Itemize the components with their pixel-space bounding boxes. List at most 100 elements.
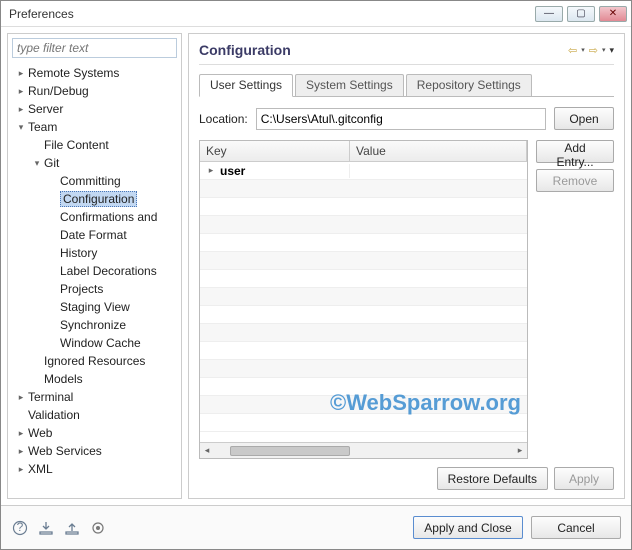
tree-item[interactable]: History [8,244,181,262]
tree-item[interactable]: Configuration [8,190,181,208]
tree-item[interactable]: Confirmations and [8,208,181,226]
table-row-empty [200,324,527,342]
tree-item-label: Validation [28,408,80,422]
config-grid[interactable]: Key Value ▸user©WebSparrow.org ◂ ▸ [199,140,528,459]
main-panel: Configuration ⇦ ▾ ⇨ ▾ ▾ User SettingsSyste… [188,33,625,499]
close-button[interactable]: ✕ [599,6,627,22]
menu-dropdown-icon[interactable]: ▾ [609,45,614,56]
tree-item-label: History [60,246,97,260]
location-label: Location: [199,112,248,126]
tree-item[interactable]: Models [8,370,181,388]
add-entry-button[interactable]: Add Entry... [536,140,614,163]
tree-item-label: Team [28,120,57,134]
tree-item[interactable]: ▾Team [8,118,181,136]
grid-scrollbar[interactable]: ◂ ▸ [200,442,527,458]
forward-icon[interactable]: ⇨ [589,44,598,57]
column-key[interactable]: Key [200,141,350,161]
grid-row: Key Value ▸user©WebSparrow.org ◂ ▸ [199,140,614,459]
tree-item[interactable]: ▸Server [8,100,181,118]
location-field[interactable] [256,108,546,130]
table-row[interactable]: ▸user [200,162,527,180]
scroll-right-icon[interactable]: ▸ [513,445,527,456]
filter-container [12,38,177,58]
filter-input[interactable] [12,38,177,58]
tree-item[interactable]: ▸Remote Systems [8,64,181,82]
tree-item[interactable]: ▸XML [8,460,181,478]
cancel-button[interactable]: Cancel [531,516,621,539]
scroll-left-icon[interactable]: ◂ [200,445,214,456]
tabs: User SettingsSystem SettingsRepository S… [199,73,614,97]
tree-item-label: File Content [44,138,109,152]
tree-item[interactable]: ▾Git [8,154,181,172]
back-dropdown-icon[interactable]: ▾ [581,46,585,54]
cell-key: ▸user [200,164,350,178]
tree-item[interactable]: Committing [8,172,181,190]
tab[interactable]: Repository Settings [406,74,532,97]
tree-item[interactable]: Window Cache [8,334,181,352]
maximize-button[interactable]: ▢ [567,6,595,22]
collapsed-icon[interactable]: ▸ [14,86,28,97]
tree-item[interactable]: Label Decorations [8,262,181,280]
forward-dropdown-icon[interactable]: ▾ [602,46,606,54]
tree-item-label: Terminal [28,390,73,404]
tab[interactable]: System Settings [295,74,404,97]
collapsed-icon[interactable]: ▸ [14,428,28,439]
table-row-empty [200,396,527,414]
tab[interactable]: User Settings [199,74,293,97]
collapsed-icon[interactable]: ▸ [14,446,28,457]
tree-item[interactable]: Projects [8,280,181,298]
restore-row: Restore Defaults Apply [199,467,614,490]
tree-item-label: Label Decorations [60,264,157,278]
export-icon[interactable] [63,519,81,537]
tree-item[interactable]: Date Format [8,226,181,244]
separator [199,64,614,65]
preferences-tree[interactable]: ▸Remote Systems▸Run/Debug▸Server▾TeamFil… [8,62,181,498]
tree-item[interactable]: Ignored Resources [8,352,181,370]
table-row-empty [200,198,527,216]
oomph-icon[interactable] [89,519,107,537]
tree-item-label: Date Format [60,228,127,242]
remove-button[interactable]: Remove [536,169,614,192]
footer-icons: ? [11,519,405,537]
collapsed-icon[interactable]: ▸ [14,392,28,403]
scroll-thumb[interactable] [230,446,350,456]
apply-and-close-button[interactable]: Apply and Close [413,516,523,539]
collapsed-icon[interactable]: ▸ [14,464,28,475]
import-icon[interactable] [37,519,55,537]
expanded-icon[interactable]: ▾ [30,158,44,169]
restore-defaults-button[interactable]: Restore Defaults [437,467,548,490]
open-button[interactable]: Open [554,107,614,130]
collapsed-icon[interactable]: ▸ [14,104,28,115]
tree-item-label: Remote Systems [28,66,119,80]
table-row-empty [200,270,527,288]
apply-button[interactable]: Apply [554,467,614,490]
tree-item-label: Synchronize [60,318,126,332]
help-icon[interactable]: ? [11,519,29,537]
back-icon[interactable]: ⇦ [568,44,577,57]
collapsed-icon[interactable]: ▸ [206,165,216,176]
table-row-empty [200,378,527,396]
grid-header: Key Value [200,141,527,162]
tree-item-label: Committing [60,174,121,188]
tree-item[interactable]: Validation [8,406,181,424]
tree-item[interactable]: ▸Web [8,424,181,442]
page-title: Configuration [199,42,568,58]
collapsed-icon[interactable]: ▸ [14,68,28,79]
tree-item[interactable]: ▸Web Services [8,442,181,460]
table-row-empty [200,360,527,378]
tree-item[interactable]: File Content [8,136,181,154]
svg-text:?: ? [17,520,24,534]
tree-item[interactable]: Staging View [8,298,181,316]
table-row-empty [200,288,527,306]
table-row-empty [200,342,527,360]
tree-item[interactable]: Synchronize [8,316,181,334]
tree-item[interactable]: ▸Terminal [8,388,181,406]
grid-body[interactable]: ▸user©WebSparrow.org [200,162,527,442]
tree-item-label: Models [44,372,83,386]
expanded-icon[interactable]: ▾ [14,122,28,133]
window-buttons: — ▢ ✕ [535,6,627,22]
minimize-button[interactable]: — [535,6,563,22]
column-value[interactable]: Value [350,141,527,161]
window-title: Preferences [7,7,535,21]
tree-item[interactable]: ▸Run/Debug [8,82,181,100]
